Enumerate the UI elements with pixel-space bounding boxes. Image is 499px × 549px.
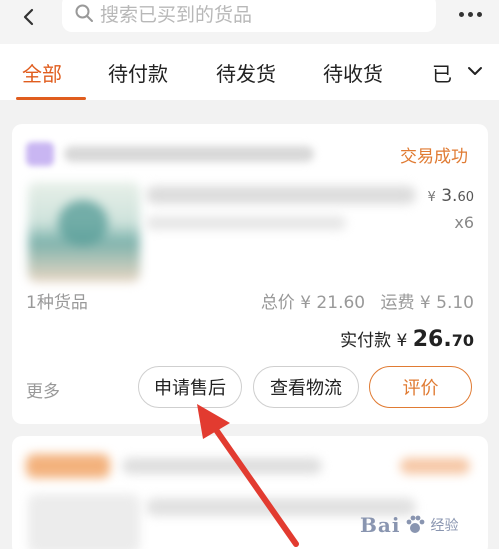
tab-pending-shipment[interactable]: 待发货 [216, 58, 276, 87]
shop-name-blurred [122, 458, 322, 474]
search-icon [75, 4, 93, 22]
total-price: 总价 ¥ 21.60 [260, 293, 366, 313]
shop-name-blurred [64, 146, 314, 162]
shop-logo [26, 142, 54, 166]
search-placeholder: 搜索已买到的货品 [100, 3, 253, 26]
chevron-down-icon[interactable] [466, 62, 484, 80]
paid-amount-dec: 70 [451, 331, 474, 350]
more-options-link[interactable]: 更多 [26, 377, 60, 402]
product-thumbnail-blurred [28, 494, 140, 549]
apply-after-sale-button[interactable]: 申请售后 [138, 366, 242, 408]
search-input[interactable]: 搜索已买到的货品 [62, 0, 436, 32]
tab-pending-payment[interactable]: 待付款 [108, 58, 168, 87]
watermark-subtext: 经验 [430, 518, 459, 534]
shop-header-blurred[interactable] [26, 142, 316, 168]
watermark-text: Bai [360, 513, 401, 537]
product-thumbnail[interactable] [28, 182, 140, 282]
order-status-blurred [400, 458, 470, 474]
tab-pending-receipt[interactable]: 待收货 [323, 58, 383, 87]
chevron-left-icon [23, 8, 34, 26]
unit-price-dec: 60 [457, 190, 474, 205]
price-summary: 总价 ¥ 21.60 运费 ¥ 5.10 [251, 288, 474, 313]
paid-amount-int: 26. [412, 327, 452, 352]
order-tabs: 全部 待付款 待发货 待收货 已 [0, 44, 499, 100]
paid-label: 实付款 ¥ [340, 331, 413, 351]
review-button[interactable]: 评价 [369, 366, 472, 408]
dot-icon [476, 11, 482, 17]
quantity: x6 [454, 213, 474, 232]
view-logistics-button[interactable]: 查看物流 [253, 366, 359, 408]
product-title-blurred[interactable] [146, 186, 416, 204]
tab-all[interactable]: 全部 [22, 58, 62, 87]
item-count: 1种货品 [26, 293, 88, 313]
dot-icon [467, 11, 473, 17]
paw-logo-icon [407, 515, 425, 533]
baidu-jingyan-watermark: Bai 经验 [360, 510, 458, 540]
back-button[interactable] [10, 0, 48, 34]
tab-completed[interactable]: 已 [432, 58, 452, 87]
shipping-fee: 运费 ¥ 5.10 [380, 293, 474, 313]
top-bar: 搜索已买到的货品 [0, 0, 499, 44]
dot-icon [458, 11, 464, 17]
order-status: 交易成功 [400, 147, 468, 167]
unit-price-int: 3. [441, 186, 458, 206]
order-card: 交易成功 ¥ 3.60 x6 1种货品 总价 ¥ 21.60 运费 ¥ 5.10… [12, 124, 488, 424]
shop-logo-blurred [26, 454, 110, 478]
more-menu-button[interactable] [452, 0, 488, 28]
unit-price: ¥ 3.60 [428, 186, 474, 206]
currency-symbol: ¥ [427, 190, 436, 205]
active-tab-indicator [16, 97, 86, 100]
actual-paid: 实付款 ¥ 26.70 [340, 326, 474, 352]
product-spec-blurred [146, 216, 346, 230]
